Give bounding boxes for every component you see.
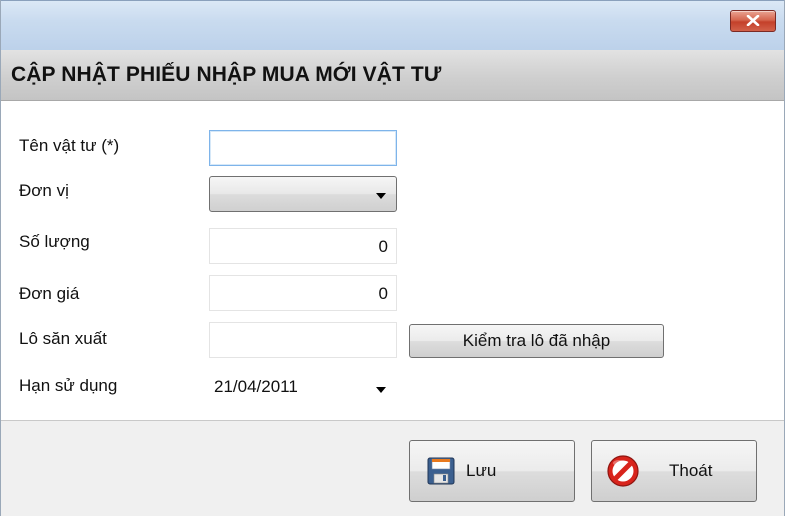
batch-label: Lô săn xuất (19, 329, 107, 348)
dialog-window: CẬP NHẬT PHIẾU NHẬP MUA MỚI VẬT TƯ Tên v… (0, 0, 785, 516)
quantity-label: Số lượng (19, 232, 90, 251)
unit-price-value: 0 (378, 284, 388, 303)
material-name-input[interactable] (209, 130, 397, 166)
save-label: Lưu (466, 461, 497, 480)
floppy-disk-icon (427, 457, 455, 485)
exit-label: Thoát (669, 461, 713, 480)
unit-label: Đơn vị (19, 181, 69, 200)
expiry-date-value: 21/04/2011 (214, 377, 298, 396)
close-button[interactable] (730, 10, 776, 32)
no-entry-icon (607, 455, 639, 487)
expiry-date-picker[interactable]: 21/04/2011 (209, 368, 397, 406)
expiry-label: Hạn sử dụng (19, 376, 118, 395)
quantity-value: 0 (378, 237, 388, 256)
unit-price-input[interactable]: 0 (209, 275, 397, 311)
chevron-down-icon (376, 193, 386, 199)
batch-input[interactable] (209, 322, 397, 358)
close-icon (746, 15, 760, 26)
check-batch-button[interactable]: Kiểm tra lô đã nhập (409, 324, 664, 358)
material-name-label: Tên vật tư (*) (19, 136, 120, 155)
unit-select[interactable] (209, 176, 397, 212)
save-button[interactable]: Lưu (409, 440, 575, 502)
page-title: CẬP NHẬT PHIẾU NHẬP MUA MỚI VẬT TƯ (11, 63, 442, 86)
chevron-down-icon[interactable] (376, 387, 386, 393)
exit-button[interactable]: Thoát (591, 440, 757, 502)
unit-price-label: Đơn giá (19, 284, 80, 303)
title-bar[interactable] (1, 0, 784, 51)
quantity-input[interactable]: 0 (209, 228, 397, 264)
